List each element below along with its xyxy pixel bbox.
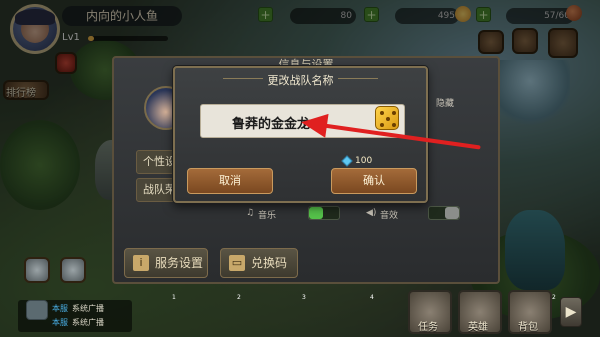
redeem-code-button[interactable]: ▭ 兑换码 bbox=[220, 248, 298, 278]
dice-pip bbox=[380, 111, 384, 115]
hotbar-slot-number: 2 bbox=[237, 294, 241, 301]
music-icon: ♫ bbox=[246, 208, 255, 218]
dice-pip bbox=[380, 123, 384, 127]
sound-toggle[interactable] bbox=[428, 206, 460, 220]
next-page-arrow-icon[interactable]: ▶ bbox=[560, 297, 582, 327]
tasks-label: 任务 bbox=[418, 322, 438, 333]
rename-cost: 100 bbox=[355, 156, 373, 166]
music-toggle[interactable] bbox=[308, 206, 340, 220]
friends-icon[interactable] bbox=[60, 257, 86, 283]
hotbar-slot-number: 1 bbox=[172, 294, 176, 301]
music-label: 音乐 bbox=[258, 211, 277, 221]
mail-icon[interactable] bbox=[24, 257, 50, 283]
dice-pip bbox=[392, 111, 396, 115]
bag-label: 背包 bbox=[518, 322, 538, 333]
chat-line: 本服 系统广播 bbox=[52, 318, 104, 327]
chat-line: 本服 系统广播 bbox=[52, 304, 104, 313]
info-icon: i bbox=[133, 255, 149, 271]
diamond-icon bbox=[341, 155, 353, 167]
cancel-button[interactable]: 取消 bbox=[187, 168, 273, 194]
server-settings-label: 服务设置 bbox=[155, 256, 204, 270]
heroes-label: 英雄 bbox=[468, 322, 488, 333]
confirm-button[interactable]: 确认 bbox=[331, 168, 417, 194]
dialog-title: 更改战队名称 bbox=[267, 74, 334, 87]
annotation-arrowhead bbox=[299, 110, 329, 138]
dice-pip bbox=[392, 123, 396, 127]
server-settings-button[interactable]: i 服务设置 bbox=[124, 248, 208, 278]
chat-bubble-icon[interactable] bbox=[26, 300, 48, 320]
sound-label: 音效 bbox=[380, 211, 399, 221]
hotbar-slot-number: 4 bbox=[370, 294, 374, 301]
hotbar-slot-number: 3 bbox=[302, 294, 306, 301]
hide-flag-text: 隐藏 bbox=[436, 99, 455, 109]
redeem-code-label: 兑换码 bbox=[251, 256, 288, 270]
dice-pip bbox=[386, 117, 390, 121]
title-divider bbox=[338, 78, 378, 79]
team-name-value: 鲁莽的金金龙 bbox=[232, 117, 311, 132]
hotbar-slot-number: 2 bbox=[552, 294, 556, 301]
toggle-knob bbox=[309, 207, 323, 219]
sound-icon: ◀) bbox=[366, 208, 377, 218]
random-name-dice-icon[interactable] bbox=[375, 106, 399, 130]
toggle-knob bbox=[445, 207, 459, 219]
map-icon: ▭ bbox=[229, 255, 245, 271]
